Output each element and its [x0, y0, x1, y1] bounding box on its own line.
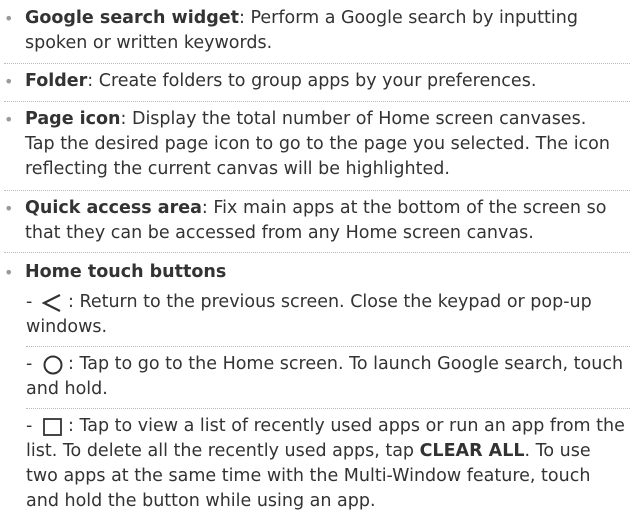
bullet-dot: • [4, 72, 14, 91]
list-item-body: Home touch buttons [25, 260, 614, 285]
list-item-page-icon: • Page icon: Display the total number of… [4, 107, 614, 182]
separator [4, 101, 630, 102]
sub-item-text: : Return to the previous screen. Close t… [26, 292, 592, 337]
bullet-dot: • [4, 199, 14, 218]
list-item-folder: • Folder: Create folders to group apps b… [4, 69, 614, 94]
list-item-quick-access-area: • Quick access area: Fix main apps at th… [4, 196, 614, 246]
term-quick-access-area: Quick access area [25, 198, 202, 218]
dash: - [26, 416, 33, 436]
dash: - [26, 354, 33, 374]
separator [4, 190, 630, 191]
term-google-search-widget: Google search widget [25, 8, 239, 28]
clear-all-label: CLEAR ALL [419, 441, 525, 461]
separator [26, 346, 630, 347]
separator [4, 63, 630, 64]
list-item-body: Google search widget: Perform a Google s… [25, 6, 614, 56]
list-item-body: Quick access area: Fix main apps at the … [25, 196, 614, 246]
term-home-touch-buttons: Home touch buttons [25, 262, 227, 282]
dash: - [26, 292, 33, 312]
home-circle-icon [43, 355, 63, 375]
sub-item-text: : Tap to view a list of recently used ap… [26, 414, 626, 514]
separator [4, 252, 630, 253]
term-folder: Folder [25, 71, 88, 91]
term-page-icon: Page icon [25, 109, 121, 129]
separator [26, 408, 630, 409]
bullet-dot: • [4, 263, 14, 282]
manual-page: • Google search widget: Perform a Google… [0, 0, 633, 519]
list-item-body: Page icon: Display the total number of H… [25, 107, 614, 182]
sub-item-home-button: - : Tap to go to the Home screen. To lau… [26, 352, 626, 402]
bullet-dot: • [4, 9, 14, 28]
sub-item-recents-button: - : Tap to view a list of recently used … [26, 414, 626, 514]
sub-item-back-button: - : Return to the previous screen. Close… [26, 290, 626, 340]
list-item-body: Folder: Create folders to group apps by … [25, 69, 614, 94]
list-item-home-touch-buttons: • Home touch buttons [4, 260, 614, 285]
list-item-google-search-widget: • Google search widget: Perform a Google… [4, 6, 614, 56]
recents-square-icon [43, 418, 62, 436]
sub-item-text: : Tap to go to the Home screen. To launc… [26, 354, 624, 399]
bullet-dot: • [4, 110, 14, 129]
back-triangle-icon [41, 294, 61, 312]
desc-folder: : Create folders to group apps by your p… [87, 71, 537, 91]
